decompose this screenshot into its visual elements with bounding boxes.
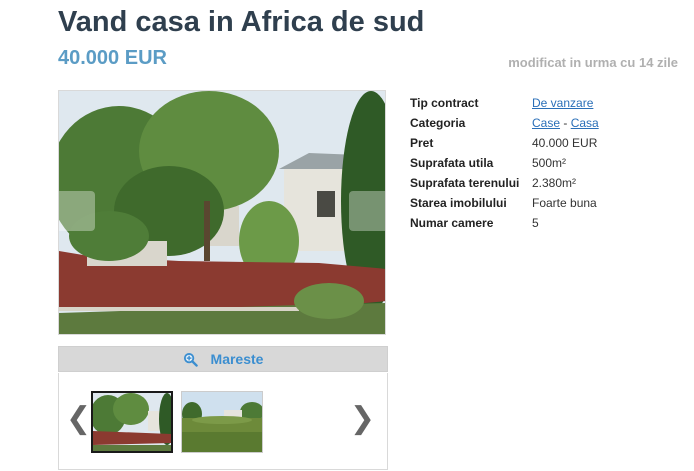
subcategory-link[interactable]: Casa: [571, 116, 599, 130]
modified-time: modificat in urma cu 14 zile: [508, 55, 678, 70]
enlarge-label: Mareste: [210, 351, 264, 367]
detail-label: Numar camere: [410, 216, 494, 230]
detail-row-condition: Starea imobilului Foarte buna: [410, 193, 599, 213]
listing-price: 40.000 EUR: [58, 47, 167, 69]
detail-value: Foarte buna: [532, 196, 597, 210]
thumbnail-2[interactable]: [181, 391, 263, 453]
detail-value: 5: [532, 216, 539, 230]
detail-label: Pret: [410, 136, 434, 150]
page-title: Vand casa in Africa de sud: [58, 6, 425, 38]
detail-label: Starea imobilului: [410, 196, 507, 210]
detail-row-contract: Tip contract De vanzare: [410, 93, 599, 113]
detail-row-rooms: Numar camere 5: [410, 213, 599, 233]
thumbnail-garden-image: [182, 392, 262, 452]
chevron-right-icon[interactable]: ❯: [350, 399, 375, 439]
detail-row-usable-area: Suprafata utila 500m²: [410, 153, 599, 173]
thumbnail-1[interactable]: [91, 391, 173, 453]
contract-type-link[interactable]: De vanzare: [532, 96, 593, 110]
property-details-table: Tip contract De vanzare Categoria Case -…: [410, 93, 599, 233]
chevron-left-icon[interactable]: ❮: [66, 399, 91, 439]
detail-value: 500m²: [532, 156, 567, 170]
detail-value: 40.000 EUR: [532, 136, 598, 150]
magnifier-zoom-icon: [183, 352, 198, 367]
photo-prev-button[interactable]: [59, 191, 95, 231]
house-garden-photo: [59, 91, 385, 334]
thumbnail-house-image: [93, 393, 171, 451]
detail-label: Categoria: [410, 116, 466, 130]
enlarge-button[interactable]: Mareste: [58, 346, 388, 372]
detail-label: Tip contract: [410, 96, 479, 110]
main-photo[interactable]: [58, 90, 386, 335]
thumbnail-strip: ❮ ❯: [58, 373, 388, 470]
category-link[interactable]: Case: [532, 116, 560, 130]
detail-label: Suprafata terenului: [410, 176, 520, 190]
detail-row-land-area: Suprafata terenului 2.380m²: [410, 173, 599, 193]
detail-row-price: Pret 40.000 EUR: [410, 133, 599, 153]
photo-next-button[interactable]: [349, 191, 385, 231]
detail-label: Suprafata utila: [410, 156, 494, 170]
category-separator: -: [560, 116, 571, 130]
detail-row-category: Categoria Case - Casa: [410, 113, 599, 133]
detail-value: 2.380m²: [532, 176, 577, 190]
